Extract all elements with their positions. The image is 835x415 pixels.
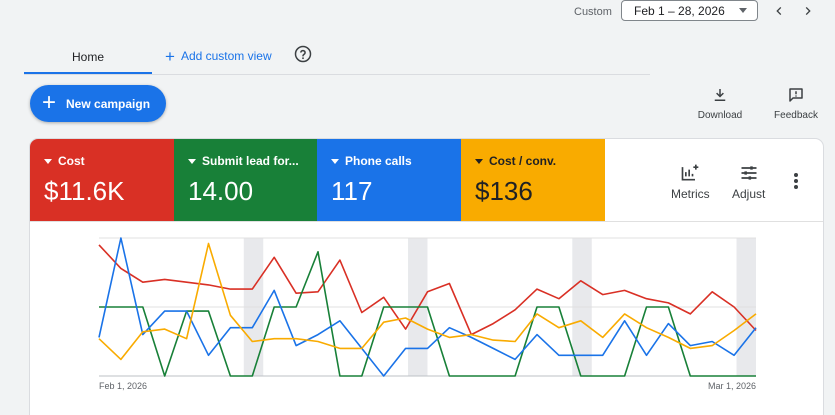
chevron-left-icon <box>776 7 782 15</box>
feedback-label: Feedback <box>774 110 818 121</box>
feedback-button[interactable]: Feedback <box>768 86 824 126</box>
metric-tile-phone-calls[interactable]: Phone calls 117 <box>317 139 461 221</box>
dropdown-arrow-icon <box>739 8 747 13</box>
download-button[interactable]: Download <box>692 86 748 126</box>
dropdown-arrow-icon <box>475 158 483 164</box>
performance-line-chart[interactable]: Feb 1, 2026 Mar 1, 2026 <box>30 221 823 415</box>
feedback-icon <box>789 88 803 102</box>
tab-home[interactable]: Home <box>24 40 152 74</box>
add-custom-view-button[interactable]: + Add custom view <box>165 46 272 66</box>
tune-icon <box>741 166 757 180</box>
metric-value: 117 <box>331 176 373 206</box>
dropdown-arrow-icon <box>44 158 52 164</box>
metric-name: Cost <box>58 154 85 168</box>
performance-card: Cost $11.6K Submit lead for... 14.00 Pho… <box>30 139 823 415</box>
date-range-select[interactable]: Feb 1 – 28, 2026 <box>621 0 758 21</box>
download-icon <box>714 89 726 101</box>
x-tick-label-start: Feb 1, 2026 <box>99 381 147 391</box>
date-range-label: Custom <box>574 6 612 18</box>
plus-icon: + <box>165 46 175 66</box>
next-period-button[interactable] <box>797 0 819 22</box>
metric-name: Submit lead for... <box>202 154 299 168</box>
new-campaign-button[interactable]: + New campaign <box>30 85 166 122</box>
more-options-icon[interactable] <box>788 171 804 191</box>
plus-icon: + <box>42 88 57 116</box>
metric-value: $11.6K <box>44 176 125 206</box>
metric-tile-submit-lead[interactable]: Submit lead for... 14.00 <box>174 139 317 221</box>
metric-tile-cost[interactable]: Cost $11.6K <box>30 139 174 221</box>
download-label: Download <box>697 110 743 121</box>
help-icon[interactable] <box>294 45 312 63</box>
adjust-button[interactable]: Adjust <box>732 163 765 201</box>
previous-period-button[interactable] <box>768 0 790 22</box>
metrics-label: Metrics <box>671 187 710 201</box>
add-custom-view-label: Add custom view <box>180 49 272 63</box>
adjust-label: Adjust <box>732 187 766 201</box>
dropdown-arrow-icon <box>188 158 196 164</box>
metric-name: Phone calls <box>345 154 412 168</box>
metric-name: Cost / conv. <box>489 154 557 168</box>
metric-tile-cost-per-conv[interactable]: Cost / conv. $136 <box>461 139 605 221</box>
x-tick-label-end: Mar 1, 2026 <box>708 381 756 391</box>
metric-value: $136 <box>475 176 533 206</box>
metrics-button[interactable]: Metrics <box>671 163 710 201</box>
date-range-value: Feb 1 – 28, 2026 <box>634 3 725 18</box>
chevron-right-icon <box>805 7 811 15</box>
add-chart-icon <box>681 164 699 181</box>
dropdown-arrow-icon <box>331 158 339 164</box>
tabs-divider <box>24 74 650 75</box>
new-campaign-label: New campaign <box>66 96 151 111</box>
metric-value: 14.00 <box>188 176 254 206</box>
